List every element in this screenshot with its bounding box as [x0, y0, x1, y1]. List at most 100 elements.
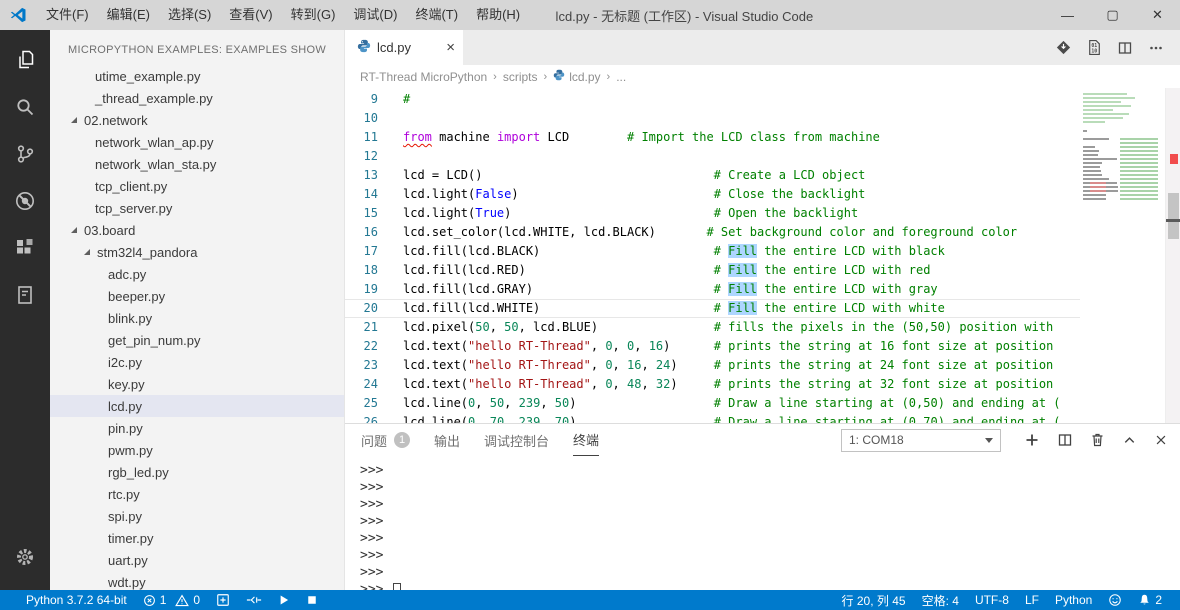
code-line-9[interactable]: 9#	[345, 90, 1080, 109]
terminal-selector[interactable]: 1: COM18	[841, 429, 1001, 452]
tree-item-get-pin-num-py[interactable]: get_pin_num.py	[50, 329, 344, 351]
kill-terminal-icon[interactable]	[1090, 432, 1105, 448]
code-editor[interactable]: 9#1011from machine import LCD # Import t…	[345, 88, 1080, 423]
binary-file-icon[interactable]: 0110	[1087, 39, 1102, 56]
minimap[interactable]	[1080, 88, 1165, 423]
tree-item-03-board[interactable]: 03.board	[50, 219, 344, 241]
tree-item-tcp-server-py[interactable]: tcp_server.py	[50, 197, 344, 219]
tree-item-lcd-py[interactable]: lcd.py	[50, 395, 344, 417]
minimize-button[interactable]: —	[1045, 0, 1090, 30]
eol-status[interactable]: LF	[1017, 590, 1047, 610]
code-line-25[interactable]: 25lcd.line(0, 50, 239, 50) # Draw a line…	[345, 394, 1080, 413]
tree-item-beeper-py[interactable]: beeper.py	[50, 285, 344, 307]
panel-tab-terminal[interactable]: 终端	[573, 424, 599, 456]
close-window-button[interactable]: ✕	[1135, 0, 1180, 30]
menu-edit[interactable]: 编辑(E)	[98, 0, 159, 30]
close-panel-icon[interactable]	[1154, 433, 1168, 447]
code-line-18[interactable]: 18lcd.fill(lcd.RED) # Fill the entire LC…	[345, 261, 1080, 280]
search-icon[interactable]	[0, 83, 50, 130]
source-control-icon[interactable]	[0, 130, 50, 177]
tree-item-adc-py[interactable]: adc.py	[50, 263, 344, 285]
terminal-output[interactable]: >>>>>>>>>>>>>>>>>>>>>>>>	[345, 456, 1180, 598]
menu-go[interactable]: 转到(G)	[282, 0, 345, 30]
tree-item-pin-py[interactable]: pin.py	[50, 417, 344, 439]
settings-gear-icon[interactable]	[0, 533, 50, 580]
code-line-11[interactable]: 11from machine import LCD # Import the L…	[345, 128, 1080, 147]
split-editor-icon[interactable]	[1117, 40, 1133, 56]
menu-selection[interactable]: 选择(S)	[159, 0, 220, 30]
more-actions-icon[interactable]	[1148, 40, 1164, 56]
tree-item-02-network[interactable]: 02.network	[50, 109, 344, 131]
code-line-17[interactable]: 17lcd.fill(lcd.BLACK) # Fill the entire …	[345, 242, 1080, 261]
indentation-status[interactable]: 空格: 4	[914, 590, 967, 610]
encoding-status[interactable]: UTF-8	[967, 590, 1017, 610]
code-line-14[interactable]: 14lcd.light(False) # Close the backlight	[345, 185, 1080, 204]
tree-item-utime-example-py[interactable]: utime_example.py	[50, 65, 344, 87]
download-icon[interactable]	[1055, 39, 1072, 56]
cursor-position-status[interactable]: 行 20, 列 45	[834, 590, 914, 610]
tree-item-rgb-led-py[interactable]: rgb_led.py	[50, 461, 344, 483]
tree-item-stm32l4-pandora[interactable]: stm32l4_pandora	[50, 241, 344, 263]
new-terminal-icon[interactable]	[1024, 432, 1040, 448]
code-line-13[interactable]: 13lcd = LCD() # Create a LCD object	[345, 166, 1080, 185]
code-line-24[interactable]: 24lcd.text("hello RT-Thread", 0, 48, 32)…	[345, 375, 1080, 394]
code-line-20[interactable]: 20lcd.fill(lcd.WHITE) # Fill the entire …	[345, 299, 1080, 318]
code-line-26[interactable]: 26lcd.line(0, 70, 239, 70) # Draw a line…	[345, 413, 1080, 423]
panel-tab-problems[interactable]: 问题1	[361, 424, 410, 456]
tree-item-network-wlan-sta-py[interactable]: network_wlan_sta.py	[50, 153, 344, 175]
extensions-icon[interactable]	[0, 224, 50, 271]
panel-tab-debug-console[interactable]: 调试控制台	[484, 424, 549, 456]
code-line-12[interactable]: 12	[345, 147, 1080, 166]
tree-item-i2c-py[interactable]: i2c.py	[50, 351, 344, 373]
code-line-21[interactable]: 21lcd.pixel(50, 50, lcd.BLUE) # fills th…	[345, 318, 1080, 337]
code-line-23[interactable]: 23lcd.text("hello RT-Thread", 0, 16, 24)…	[345, 356, 1080, 375]
editor-scrollbar[interactable]	[1165, 88, 1180, 423]
tree-item-network-wlan-ap-py[interactable]: network_wlan_ap.py	[50, 131, 344, 153]
code-line-22[interactable]: 22lcd.text("hello RT-Thread", 0, 0, 16) …	[345, 337, 1080, 356]
line-number: 18	[345, 261, 378, 280]
connect-device-button[interactable]	[238, 590, 270, 610]
maximize-button[interactable]: ▢	[1090, 0, 1135, 30]
tree-item-spi-py[interactable]: spi.py	[50, 505, 344, 527]
tree-item-tcp-client-py[interactable]: tcp_client.py	[50, 175, 344, 197]
tree-item-thread-example-py[interactable]: _thread_example.py	[50, 87, 344, 109]
code-line-19[interactable]: 19lcd.fill(lcd.GRAY) # Fill the entire L…	[345, 280, 1080, 299]
feedback-smiley-icon[interactable]	[1100, 590, 1130, 610]
tree-item-blink-py[interactable]: blink.py	[50, 307, 344, 329]
menu-file[interactable]: 文件(F)	[37, 0, 98, 30]
tree-item-wdt-py[interactable]: wdt.py	[50, 571, 344, 590]
menu-terminal[interactable]: 终端(T)	[406, 0, 467, 30]
debug-disabled-icon[interactable]	[0, 177, 50, 224]
tab-lcd-py[interactable]: lcd.py ×	[345, 30, 463, 65]
language-status[interactable]: Python	[1047, 590, 1100, 610]
code-line-10[interactable]: 10	[345, 109, 1080, 128]
vscode-logo-icon	[9, 6, 27, 24]
problems-status[interactable]: 1 0	[135, 590, 208, 610]
menu-view[interactable]: 查看(V)	[220, 0, 281, 30]
tree-item-rtc-py[interactable]: rtc.py	[50, 483, 344, 505]
python-version-status[interactable]: Python 3.7.2 64-bit	[18, 590, 135, 610]
panel-tab-output[interactable]: 输出	[434, 424, 460, 456]
add-project-button[interactable]	[208, 590, 238, 610]
tree-item-uart-py[interactable]: uart.py	[50, 549, 344, 571]
code-line-16[interactable]: 16lcd.set_color(lcd.WHITE, lcd.BLACK) # …	[345, 223, 1080, 242]
examples-view-icon[interactable]	[0, 271, 50, 318]
breadcrumb-item-rt-thread-micropython[interactable]: RT-Thread MicroPython	[360, 70, 487, 84]
menu-debug[interactable]: 调试(D)	[344, 0, 406, 30]
maximize-panel-icon[interactable]	[1122, 433, 1137, 448]
tree-item-timer-py[interactable]: timer.py	[50, 527, 344, 549]
split-terminal-icon[interactable]	[1057, 432, 1073, 448]
tree-item-key-py[interactable]: key.py	[50, 373, 344, 395]
stop-button[interactable]	[298, 590, 326, 610]
run-button[interactable]	[270, 590, 298, 610]
breadcrumb-item-scripts[interactable]: scripts	[503, 70, 538, 84]
code-line-15[interactable]: 15lcd.light(True) # Open the backlight	[345, 204, 1080, 223]
scrollbar-thumb[interactable]	[1168, 193, 1179, 239]
breadcrumb-item-lcd-py[interactable]: lcd.py	[553, 69, 600, 84]
tree-item-pwm-py[interactable]: pwm.py	[50, 439, 344, 461]
close-tab-icon[interactable]: ×	[446, 40, 455, 55]
explorer-icon[interactable]	[0, 36, 50, 83]
notifications-bell[interactable]: 2	[1130, 590, 1170, 610]
breadcrumb-item-[interactable]: ...	[616, 70, 626, 84]
menu-help[interactable]: 帮助(H)	[467, 0, 529, 30]
